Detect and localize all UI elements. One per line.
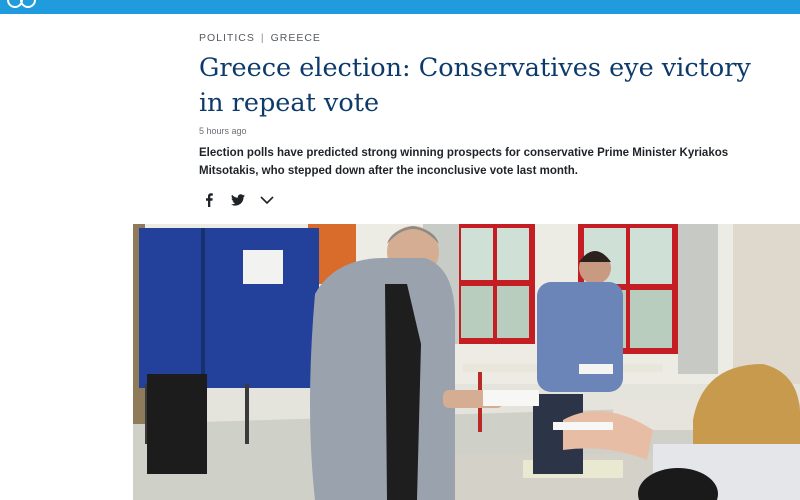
publish-timestamp: 5 hours ago (199, 126, 247, 136)
top-navigation-bar (0, 0, 800, 14)
more-share-options-button[interactable] (257, 191, 277, 209)
article-summary: Election polls have predicted strong win… (199, 147, 729, 177)
twitter-share-button[interactable] (228, 191, 248, 209)
election-photo (133, 224, 800, 500)
breadcrumb-section[interactable]: POLITICS (199, 32, 255, 44)
facebook-icon (206, 193, 213, 207)
article-hero-image[interactable] (133, 224, 800, 500)
breadcrumb-region[interactable]: GREECE (271, 32, 321, 44)
twitter-icon (231, 194, 245, 206)
headline-line-2: in repeat vote (199, 88, 380, 118)
dw-logo-icon[interactable] (6, 0, 36, 8)
breadcrumb: POLITICS | GREECE (199, 32, 321, 44)
page-title: Greece election: Conservatives eye victo… (199, 51, 759, 121)
chevron-down-icon (260, 196, 274, 204)
facebook-share-button[interactable] (199, 191, 219, 209)
breadcrumb-separator: | (260, 32, 265, 44)
share-bar (199, 191, 286, 209)
headline-line-1: Greece election: Conservatives eye victo… (199, 53, 751, 83)
